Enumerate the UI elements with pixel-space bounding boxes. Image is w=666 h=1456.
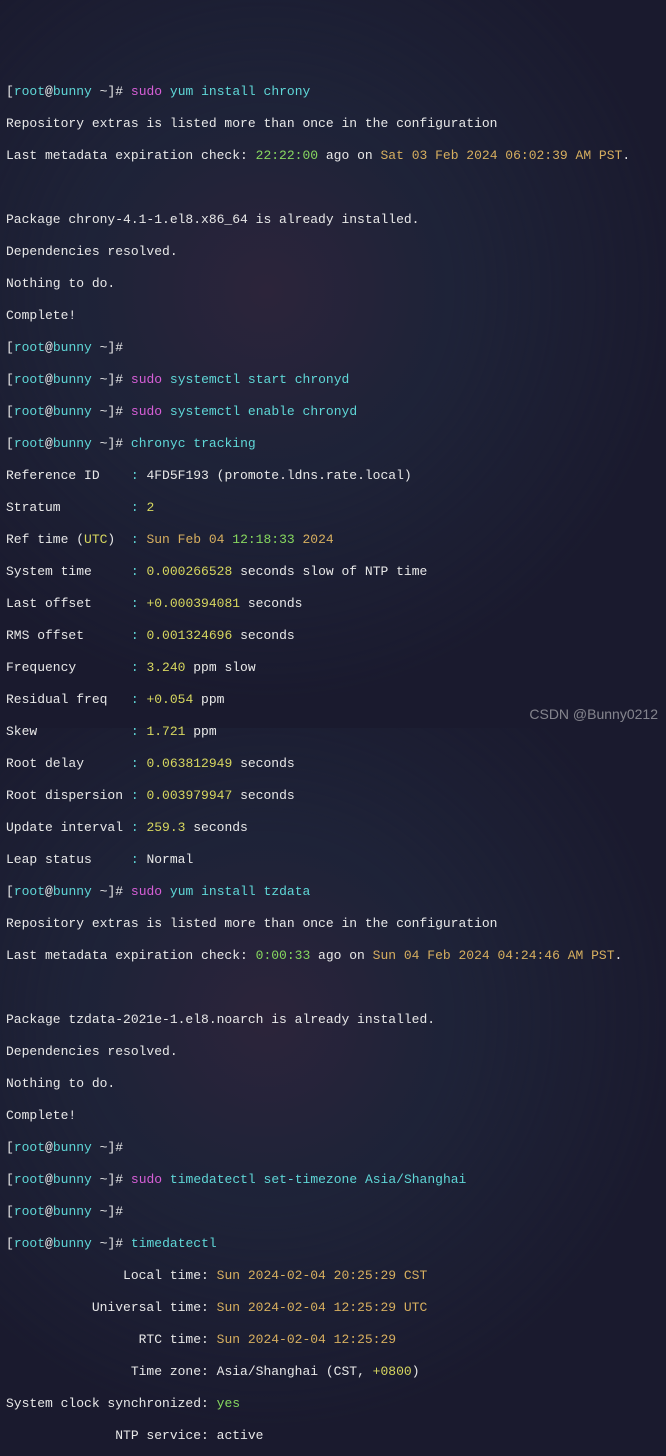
package-status: Package tzdata-2021e-1.el8.noarch is alr…: [6, 1012, 660, 1028]
watermark: CSDN @Bunny0212: [529, 706, 658, 722]
package-status: Package chrony-4.1-1.el8.x86_64 is alrea…: [6, 212, 660, 228]
repo-warning: Repository extras is listed more than on…: [6, 116, 660, 132]
terminal-output: [root@bunny ~]# sudo yum install chrony …: [6, 68, 660, 1456]
